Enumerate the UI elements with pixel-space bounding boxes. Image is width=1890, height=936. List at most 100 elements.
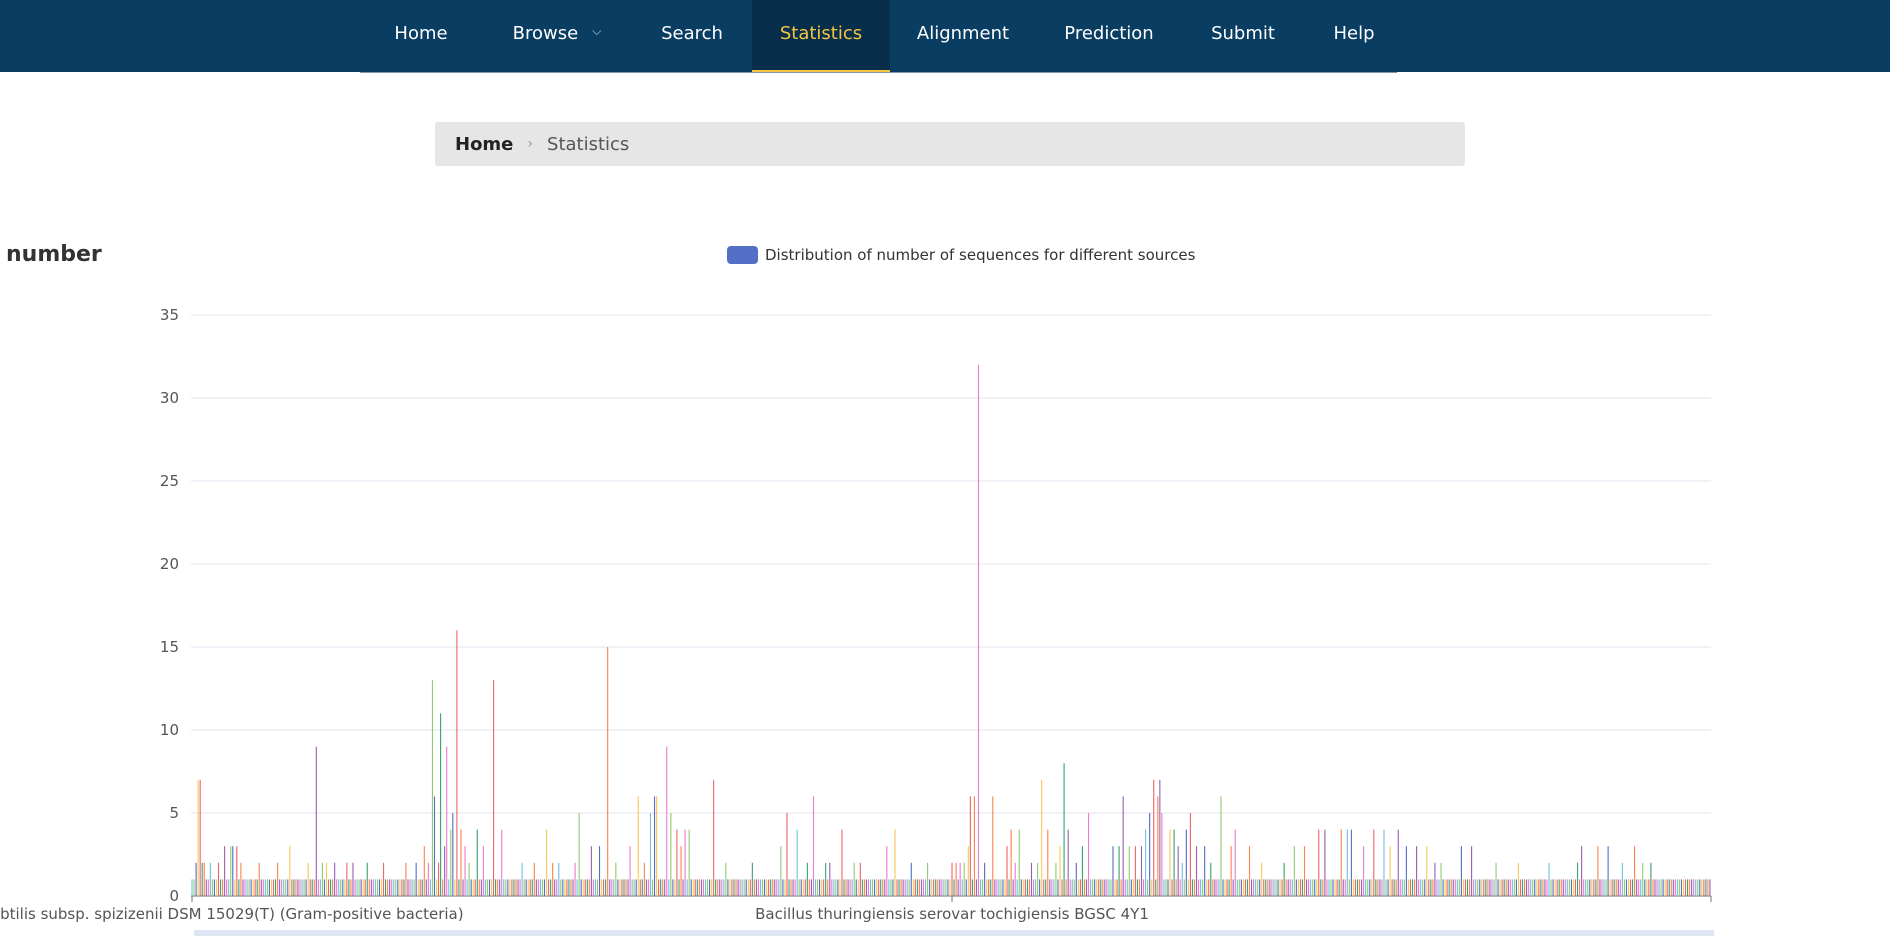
bar[interactable] [228, 879, 230, 896]
bar[interactable] [1232, 879, 1234, 896]
bar[interactable] [1583, 879, 1585, 896]
bar[interactable] [236, 846, 238, 896]
bar[interactable] [391, 879, 393, 896]
bar[interactable] [554, 879, 556, 896]
bar[interactable] [1631, 879, 1634, 896]
bar[interactable] [884, 879, 886, 896]
bar[interactable] [256, 879, 258, 896]
bar[interactable] [766, 879, 768, 896]
bar[interactable] [1497, 879, 1499, 896]
bar[interactable] [979, 879, 982, 896]
bar[interactable] [876, 879, 878, 896]
bar[interactable] [1687, 879, 1689, 896]
bar[interactable] [397, 879, 399, 896]
bar[interactable] [1218, 879, 1220, 896]
bar[interactable] [1053, 879, 1055, 896]
bar[interactable] [727, 879, 729, 896]
bar[interactable] [601, 879, 603, 896]
bar[interactable] [1185, 829, 1187, 896]
bar[interactable] [1405, 846, 1407, 896]
bar[interactable] [1581, 846, 1583, 896]
bar[interactable] [977, 364, 980, 896]
bar[interactable] [933, 879, 935, 896]
bar[interactable] [922, 879, 925, 896]
bar[interactable] [1548, 862, 1550, 896]
bar[interactable] [370, 879, 372, 896]
bar[interactable] [1552, 879, 1554, 896]
bar[interactable] [1524, 879, 1526, 896]
bar[interactable] [1570, 879, 1572, 896]
bar[interactable] [1285, 879, 1287, 896]
bar[interactable] [1177, 846, 1179, 896]
bar[interactable] [1114, 879, 1116, 896]
bar[interactable] [372, 879, 374, 896]
bar[interactable] [1481, 879, 1483, 896]
bar[interactable] [831, 879, 833, 896]
bar[interactable] [1377, 879, 1379, 896]
bar[interactable] [835, 879, 837, 896]
bar[interactable] [902, 879, 904, 896]
bar[interactable] [780, 846, 782, 896]
bar[interactable] [1560, 879, 1562, 896]
bar[interactable] [1505, 879, 1507, 896]
bar[interactable] [1065, 879, 1067, 896]
bar[interactable] [1253, 879, 1255, 896]
bar[interactable] [619, 879, 621, 896]
bar[interactable] [674, 879, 676, 896]
bar[interactable] [1126, 879, 1128, 896]
bar[interactable] [389, 879, 391, 896]
bar[interactable] [686, 879, 688, 896]
bar[interactable] [1061, 879, 1063, 896]
bar[interactable] [1680, 879, 1683, 896]
bar[interactable] [1047, 829, 1049, 896]
bar[interactable] [1189, 813, 1191, 896]
bar[interactable] [1436, 879, 1438, 896]
bar[interactable] [295, 879, 297, 896]
bar[interactable] [486, 879, 489, 896]
bar[interactable] [1558, 879, 1560, 896]
bar[interactable] [482, 846, 484, 896]
bar[interactable] [869, 879, 872, 896]
bar[interactable] [666, 746, 668, 896]
bar[interactable] [1063, 763, 1065, 896]
bar[interactable] [1387, 879, 1389, 896]
bar[interactable] [596, 879, 599, 896]
bar[interactable] [521, 862, 523, 896]
bar[interactable] [1124, 879, 1126, 896]
bar[interactable] [1646, 879, 1648, 896]
bar[interactable] [1087, 813, 1090, 896]
bar[interactable] [729, 879, 731, 896]
bar[interactable] [1279, 879, 1281, 896]
bar[interactable] [1650, 862, 1652, 896]
bar[interactable] [517, 879, 519, 896]
bar[interactable] [1081, 846, 1083, 896]
bar[interactable] [297, 879, 299, 896]
bar[interactable] [291, 879, 293, 896]
bar[interactable] [1640, 879, 1642, 896]
nav-prediction[interactable]: Prediction [1036, 0, 1182, 72]
bar[interactable] [594, 879, 597, 896]
bar[interactable] [959, 862, 961, 896]
bar[interactable] [1554, 879, 1556, 896]
bar[interactable] [1320, 879, 1322, 896]
bar[interactable] [753, 879, 755, 896]
bar[interactable] [452, 813, 454, 896]
bar[interactable] [929, 879, 931, 896]
bar[interactable] [943, 879, 945, 896]
bar[interactable] [234, 879, 236, 896]
bar[interactable] [407, 879, 409, 896]
bar[interactable] [1212, 879, 1214, 896]
bar[interactable] [1409, 879, 1412, 896]
bar[interactable] [996, 879, 998, 896]
bar[interactable] [617, 879, 619, 896]
bar[interactable] [837, 879, 839, 896]
bar[interactable] [684, 829, 686, 896]
bar[interactable] [1407, 879, 1409, 896]
bar[interactable] [1464, 879, 1467, 896]
bar[interactable] [1562, 879, 1564, 896]
bar[interactable] [914, 879, 916, 896]
bar[interactable] [1682, 879, 1685, 896]
bar[interactable] [1585, 879, 1587, 896]
bar[interactable] [1607, 846, 1609, 896]
bar[interactable] [1059, 846, 1061, 896]
